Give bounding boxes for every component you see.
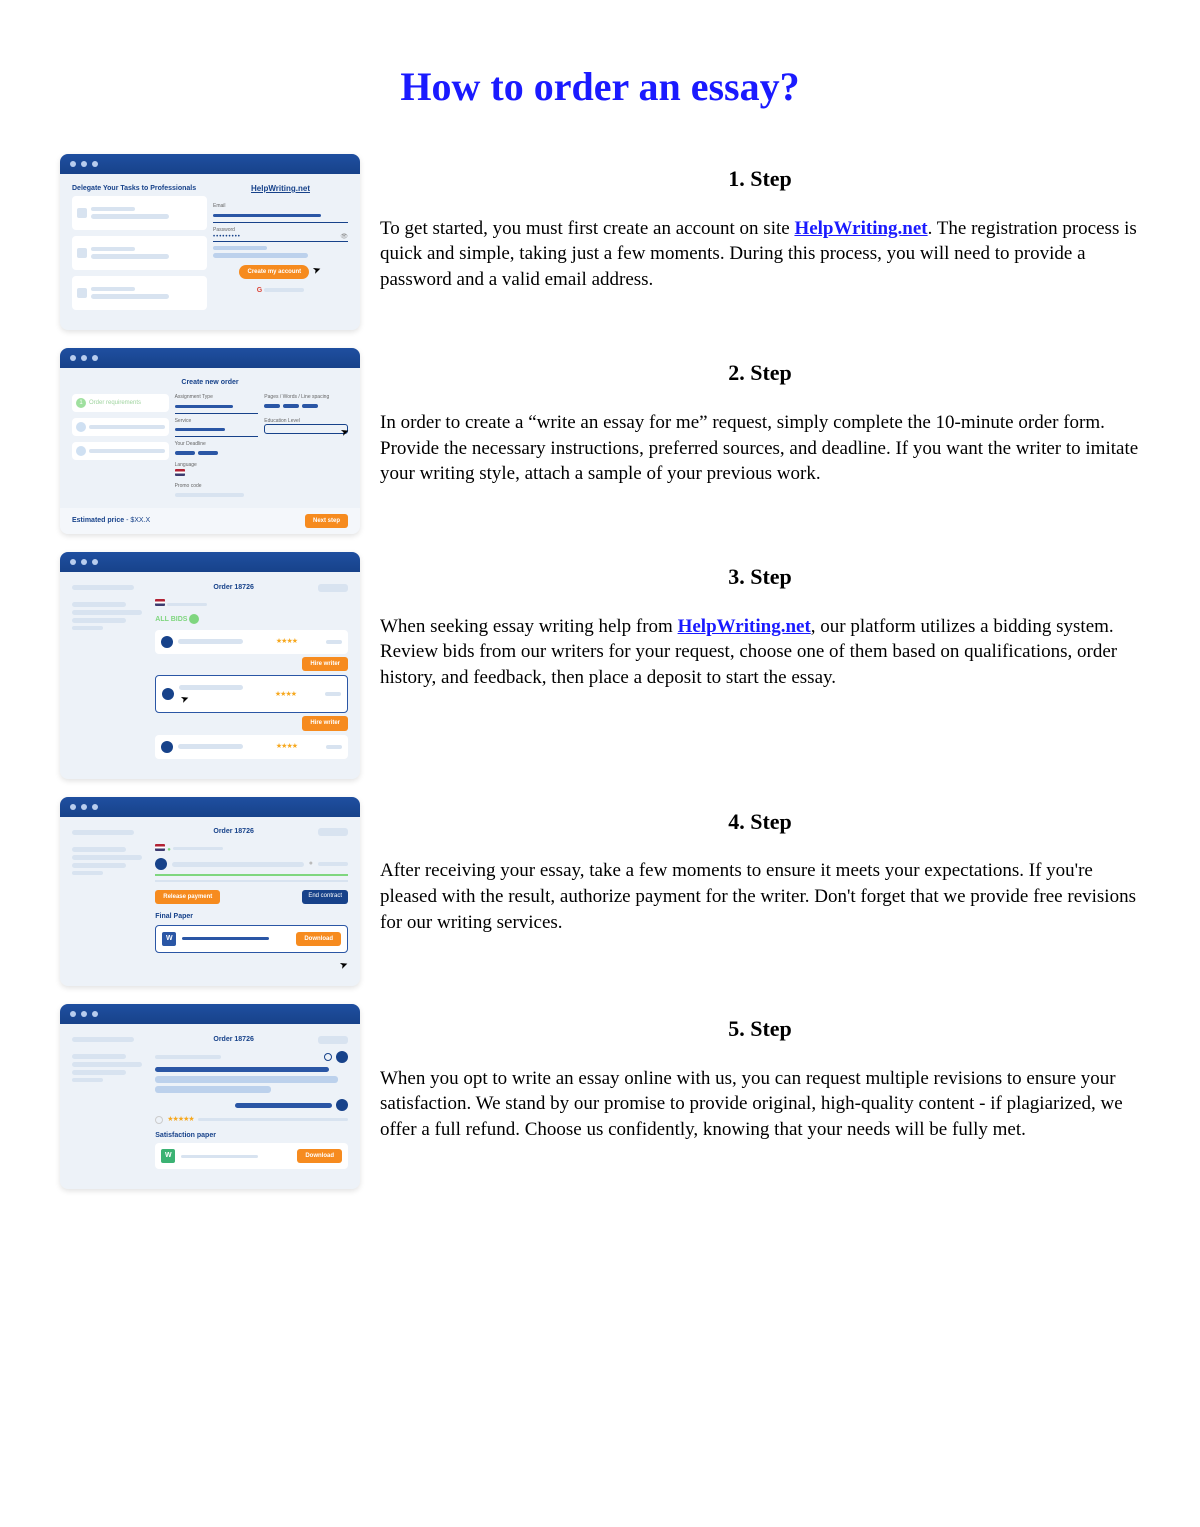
step-3-body: When seeking essay writing help from Hel…: [380, 614, 1140, 691]
step-4-row: Order 18726 ● ●: [60, 797, 1140, 995]
field-pages: Pages / Words / Line spacing: [264, 394, 348, 401]
window-titlebar: [60, 552, 360, 572]
create-account-button[interactable]: Create my account: [239, 265, 309, 279]
star-rating: ★★★★: [276, 742, 297, 751]
doc-icon: W: [161, 1149, 175, 1163]
step-5-heading: 5. Step: [380, 1014, 1140, 1044]
star-rating: ★★★★: [275, 690, 296, 699]
doc-icon: W: [162, 932, 176, 946]
avatar-icon: [161, 636, 173, 648]
step-5-body: When you opt to write an essay online wi…: [380, 1066, 1140, 1143]
step-1-thumbnail: Delegate Your Tasks to Professionals Hel…: [60, 154, 360, 330]
tagline: Delegate Your Tasks to Professionals: [72, 184, 207, 193]
next-step-button[interactable]: Next step: [305, 514, 348, 528]
field-deadline: Your Deadline: [175, 441, 348, 448]
google-icon[interactable]: G: [257, 287, 262, 294]
satisfaction-paper-label: Satisfaction paper: [155, 1131, 348, 1140]
window-titlebar: [60, 154, 360, 174]
window-titlebar: [60, 797, 360, 817]
filter-all-bids[interactable]: ALL BIDS: [155, 615, 187, 622]
step-2-thumbnail: Create new order 1 Order requirements: [60, 348, 360, 534]
step-3-heading: 3. Step: [380, 562, 1140, 592]
step-4-thumbnail: Order 18726 ● ●: [60, 797, 360, 987]
download-button[interactable]: Download: [297, 1149, 342, 1163]
email-label: Email: [213, 203, 348, 210]
flag-us-icon: [175, 469, 185, 476]
create-order-title: Create new order: [72, 378, 348, 387]
step-4-body: After receiving your essay, take a few m…: [380, 858, 1140, 935]
estimated-price: Estimated price - $XX.X: [72, 516, 150, 525]
page-title: How to order an essay?: [60, 60, 1140, 114]
cursor-icon: ➤: [338, 958, 351, 974]
cursor-icon: ➤: [339, 425, 352, 441]
field-service: Service: [175, 418, 259, 425]
hire-writer-button[interactable]: Hire writer: [302, 716, 348, 730]
flag-us-icon: [155, 599, 165, 606]
step-2-row: Create new order 1 Order requirements: [60, 348, 1140, 542]
star-rating: ★★★★★: [167, 1115, 193, 1124]
avatar-icon: [336, 1051, 348, 1063]
helpwriting-link[interactable]: HelpWriting.net: [678, 616, 811, 637]
step-4-heading: 4. Step: [380, 807, 1140, 837]
order-title: Order 18726: [155, 583, 312, 592]
end-contract-button[interactable]: End contract: [302, 890, 348, 904]
flag-us-icon: [155, 844, 165, 851]
step-2-heading: 2. Step: [380, 358, 1140, 388]
star-rating: ★★★★: [276, 637, 297, 646]
download-button[interactable]: Download: [296, 932, 341, 946]
eye-icon[interactable]: 👁: [340, 233, 348, 241]
window-titlebar: [60, 1004, 360, 1024]
avatar-icon: [336, 1099, 348, 1111]
step-5-thumbnail: Order 18726: [60, 1004, 360, 1189]
step-5-row: Order 18726: [60, 1004, 1140, 1197]
avatar-icon: [155, 858, 167, 870]
order-title: Order 18726: [155, 827, 312, 836]
step-1-body: To get started, you must first create an…: [380, 216, 1140, 293]
avatar-icon: [162, 688, 174, 700]
helpwriting-link[interactable]: HelpWriting.net: [794, 218, 927, 239]
step-3-row: Order 18726 ALL BIDS: [60, 552, 1140, 786]
brand-link[interactable]: HelpWriting.net: [213, 184, 348, 195]
step-1-heading: 1. Step: [380, 164, 1140, 194]
sidebar-step-label: Order requirements: [89, 399, 141, 407]
final-paper-label: Final Paper: [155, 912, 348, 921]
order-title: Order 18726: [155, 1035, 312, 1044]
field-assignment-type: Assignment Type: [175, 394, 259, 401]
window-titlebar: [60, 348, 360, 368]
step-3-thumbnail: Order 18726 ALL BIDS: [60, 552, 360, 778]
cursor-icon: ➤: [179, 692, 192, 708]
avatar-icon: [161, 741, 173, 753]
field-language: Language: [175, 462, 348, 469]
field-promo: Promo code: [175, 483, 348, 490]
hire-writer-button[interactable]: Hire writer: [302, 657, 348, 671]
release-payment-button[interactable]: Release payment: [155, 890, 220, 904]
step-2-body: In order to create a “write an essay for…: [380, 410, 1140, 487]
cursor-icon: ➤: [311, 263, 324, 279]
field-education: Education Level: [264, 418, 348, 425]
step-1-row: Delegate Your Tasks to Professionals Hel…: [60, 154, 1140, 338]
